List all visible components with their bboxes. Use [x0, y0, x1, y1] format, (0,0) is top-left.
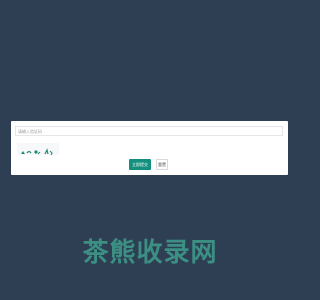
captcha-glyphs-icon: [21, 148, 53, 156]
reset-button[interactable]: 重置: [156, 159, 168, 170]
page: 立即提交 重置 茶熊收录网: [0, 0, 300, 300]
verification-card: 立即提交 重置: [11, 121, 288, 175]
verification-code-input[interactable]: [15, 126, 283, 136]
watermark-logo: 茶熊收录网: [82, 238, 218, 268]
captcha-image[interactable]: [17, 143, 59, 156]
submit-button[interactable]: 立即提交: [129, 159, 151, 170]
